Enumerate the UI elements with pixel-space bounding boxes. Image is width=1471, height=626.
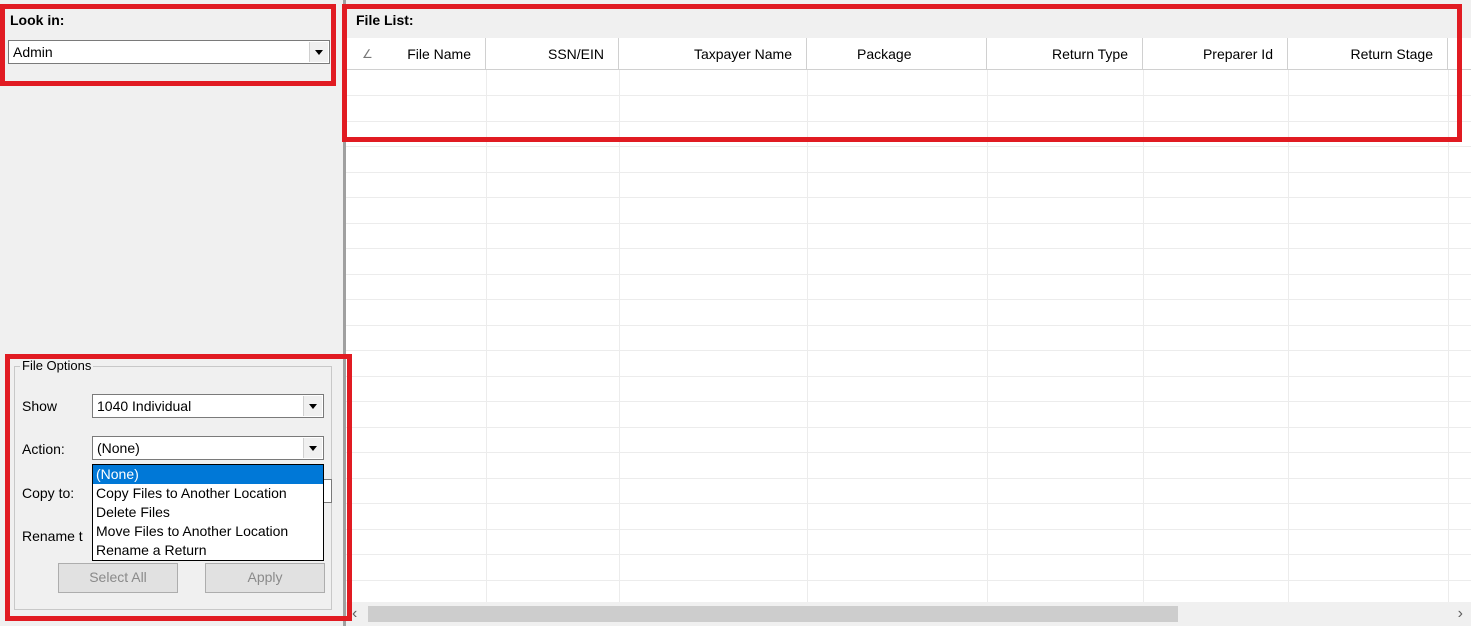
scroll-left-icon[interactable]: ‹ <box>352 606 357 622</box>
grid-row-line <box>346 299 1471 300</box>
grid-row-line <box>346 580 1471 581</box>
grid-column-line <box>807 70 808 602</box>
grid-row-line <box>346 172 1471 173</box>
highlight-file-list <box>342 4 1462 142</box>
grid-column-line <box>1143 70 1144 602</box>
grid-column-line <box>1448 70 1449 602</box>
highlight-look-in <box>0 4 336 86</box>
grid-row-line <box>346 325 1471 326</box>
scrollbar-thumb[interactable] <box>368 606 1178 622</box>
grid-column-line <box>619 70 620 602</box>
grid-row-line <box>346 146 1471 147</box>
grid-row-line <box>346 274 1471 275</box>
highlight-file-options <box>5 354 352 621</box>
grid-column-line <box>987 70 988 602</box>
grid-column-line <box>486 70 487 602</box>
scroll-right-icon[interactable]: › <box>1458 606 1463 622</box>
grid-row-line <box>346 197 1471 198</box>
horizontal-scrollbar[interactable]: ‹ › <box>346 602 1471 626</box>
grid-row-line <box>346 223 1471 224</box>
grid-row-line <box>346 350 1471 351</box>
grid-row-line <box>346 248 1471 249</box>
grid-row-line <box>346 529 1471 530</box>
grid-row-line <box>346 478 1471 479</box>
grid-row-line <box>346 376 1471 377</box>
grid-row-line <box>346 554 1471 555</box>
grid-row-line <box>346 401 1471 402</box>
grid-row-line <box>346 452 1471 453</box>
grid-row-line <box>346 503 1471 504</box>
grid-column-line <box>1288 70 1289 602</box>
grid-row-line <box>346 427 1471 428</box>
